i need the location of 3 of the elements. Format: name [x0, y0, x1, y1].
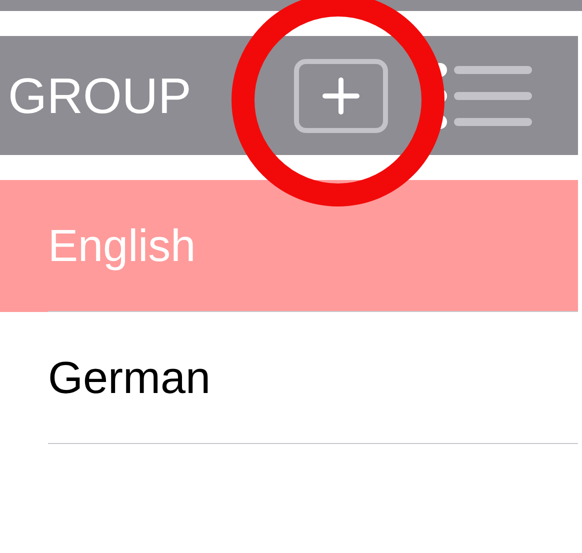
plus-icon — [321, 76, 361, 116]
add-button[interactable] — [294, 58, 388, 132]
header-title: GROUP — [7, 70, 192, 120]
